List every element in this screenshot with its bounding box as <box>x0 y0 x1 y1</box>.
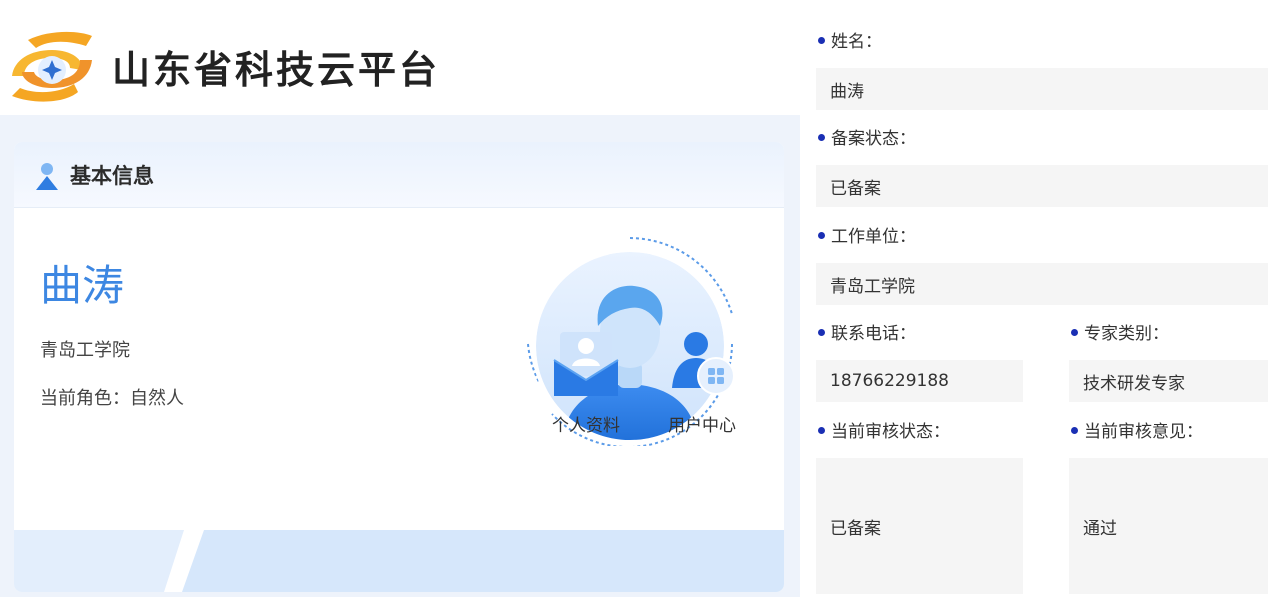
user-organization: 青岛工学院 <box>40 340 130 361</box>
bullet-dot <box>1071 426 1078 434</box>
site-title: 山东省科技云平台 <box>112 48 441 92</box>
review-status-label: 当前审核状态： <box>818 420 950 444</box>
user-name: 曲涛 <box>40 261 125 310</box>
shortcut-profile-label: 个人资料 <box>552 416 620 436</box>
expert-type-label: 专家类别： <box>1071 322 1169 346</box>
name-label: 姓名： <box>818 30 882 54</box>
bullet-dot <box>818 231 825 239</box>
phone-label-text: 联系电话： <box>831 324 916 344</box>
bullet-dot <box>818 133 825 141</box>
status-label: 备案状态： <box>818 127 916 151</box>
review-status-field: 已备案 <box>816 458 1023 594</box>
card-title: 基本信息 <box>70 164 154 188</box>
review-opinion-label: 当前审核意见： <box>1071 420 1203 444</box>
profile-envelope-icon <box>553 332 619 396</box>
org-field: 青岛工学院 <box>816 263 1268 305</box>
phone-label: 联系电话： <box>818 322 916 346</box>
shortcut-user-center[interactable]: 用户中心 <box>652 326 752 446</box>
name-label-text: 姓名： <box>831 32 882 52</box>
name-field: 曲涛 <box>816 68 1268 110</box>
swirl-logo-icon <box>12 31 92 102</box>
status-field: 已备案 <box>816 165 1268 207</box>
bullet-dot <box>818 426 825 434</box>
bullet-dot <box>818 328 825 336</box>
org-label-text: 工作单位： <box>831 227 916 247</box>
status-label-text: 备案状态： <box>831 129 916 149</box>
shortcut-profile[interactable]: 个人资料 <box>536 326 636 446</box>
bullet-dot <box>1071 328 1078 336</box>
bullet-dot <box>818 36 825 44</box>
header: 山东省科技云平台 <box>0 0 800 115</box>
expert-type-label-text: 专家类别： <box>1084 324 1169 344</box>
review-opinion-label-text: 当前审核意见： <box>1084 422 1203 442</box>
phone-field: 18766229188 <box>816 360 1023 402</box>
org-label: 工作单位： <box>818 225 916 249</box>
card-header: 基本信息 <box>14 142 784 208</box>
review-status-label-text: 当前审核状态： <box>831 422 950 442</box>
expert-info-form: 姓名： 曲涛 备案状态： 已备案 工作单位： 青岛工学院 联系电话： 18766… <box>800 0 1268 597</box>
user-center-icon <box>672 332 735 395</box>
review-opinion-field: 通过 <box>1069 458 1268 594</box>
expert-type-field: 技术研发专家 <box>1069 360 1268 402</box>
card-bottom-decoration <box>14 530 784 592</box>
user-role: 当前角色：自然人 <box>40 388 184 409</box>
user-icon <box>36 163 58 190</box>
shortcut-user-center-label: 用户中心 <box>668 416 736 436</box>
